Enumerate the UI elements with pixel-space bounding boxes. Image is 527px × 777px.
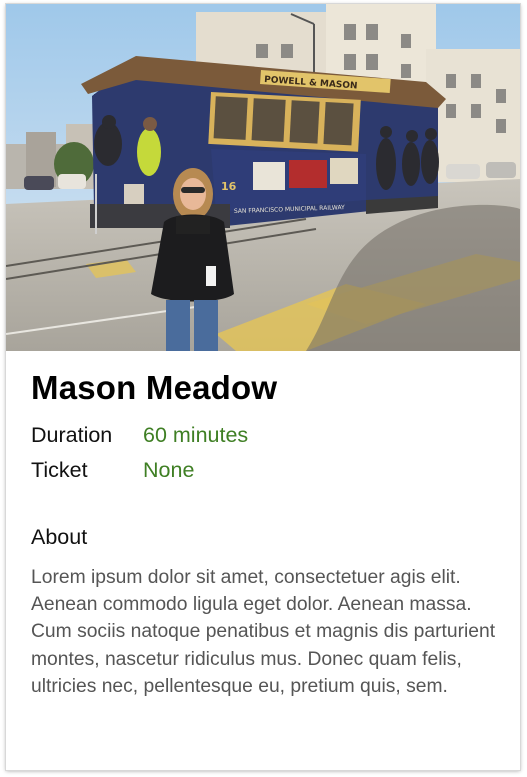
detail-label: Duration: [31, 423, 113, 447]
place-photo: POWELL & MASON 16 SAN FRANCISCO MUNICIPA…: [6, 4, 520, 351]
car-number: 16: [221, 180, 237, 193]
place-title: Mason Meadow: [31, 369, 278, 406]
detail-value: 60 minutes: [143, 423, 249, 447]
detail-row-ticket: Ticket None: [31, 458, 194, 483]
place-card: POWELL & MASON 16 SAN FRANCISCO MUNICIPA…: [6, 4, 520, 770]
detail-row-duration: Duration 60 minutes: [31, 423, 248, 448]
about-text: Lorem ipsum dolor sit amet, consectetuer…: [31, 567, 496, 697]
about-heading: About: [31, 525, 88, 549]
detail-label: Ticket: [31, 458, 88, 482]
detail-value: None: [143, 458, 195, 482]
